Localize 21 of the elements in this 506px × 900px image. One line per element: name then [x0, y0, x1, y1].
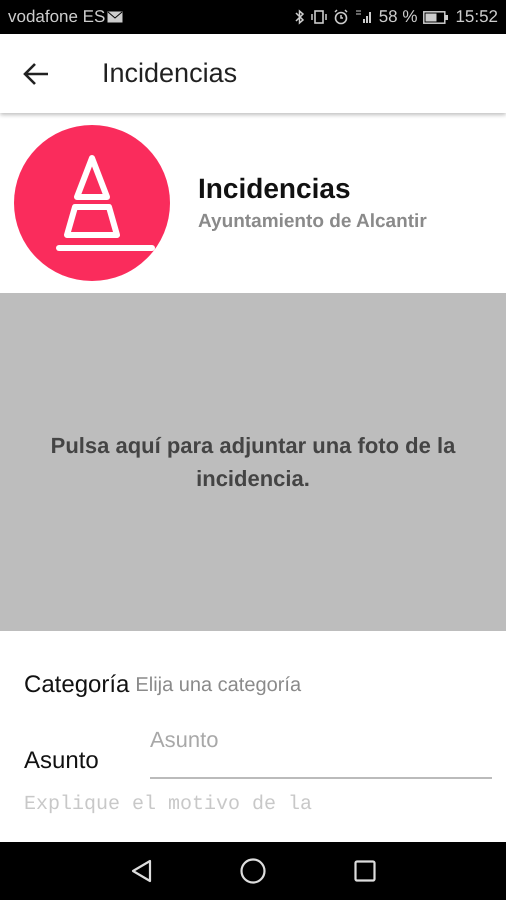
cone-logo-icon: [14, 125, 170, 281]
subject-label: Asunto: [24, 747, 100, 775]
carrier-name: vodafone ES: [8, 7, 106, 27]
attach-photo-button[interactable]: Pulsa aquí para adjuntar una foto de la incidencia.: [0, 293, 506, 631]
signal-icon: [354, 10, 373, 24]
category-label: Categoría: [24, 671, 130, 699]
clock-time: 15:52: [455, 7, 498, 27]
back-arrow-icon: [22, 62, 50, 86]
vibrate-icon: [310, 10, 327, 24]
service-title: Incidencias: [198, 173, 352, 205]
mail-icon: [107, 11, 124, 23]
alarm-icon: [332, 9, 349, 25]
bluetooth-icon: [294, 9, 305, 25]
battery-icon: [423, 10, 450, 24]
home-nav-icon[interactable]: [240, 858, 266, 884]
recents-nav-icon[interactable]: [354, 860, 376, 882]
category-dropdown[interactable]: Elija una categoría: [135, 674, 302, 696]
screen-title: Incidencias: [102, 58, 238, 89]
battery-percentage: 58 %: [378, 7, 418, 27]
council-name: Ayuntamiento de Alcantir: [198, 211, 427, 233]
back-nav-icon[interactable]: [130, 859, 152, 883]
